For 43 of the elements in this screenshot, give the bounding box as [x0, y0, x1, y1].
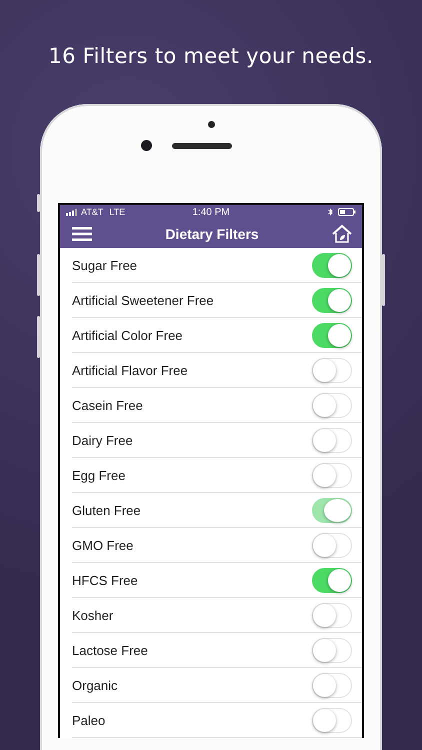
filter-label: Egg Free [72, 468, 126, 482]
filter-label: Dairy Free [72, 432, 134, 448]
filter-label: Lactose Free [72, 642, 149, 658]
filter-toggle[interactable] [312, 638, 352, 662]
filter-label: HFCS Free [72, 572, 139, 588]
filter-label: Kosher [72, 608, 114, 622]
filter-label: Organic [72, 678, 119, 692]
signal-icon [66, 208, 78, 216]
bluetooth-icon [328, 208, 333, 216]
home-button[interactable] [332, 224, 352, 244]
filter-toggle[interactable] [312, 532, 352, 558]
filter-label: Gluten Free [72, 502, 142, 518]
carrier-label: AT&T [81, 207, 104, 218]
filter-label: Artificial Sweetener Free [72, 292, 215, 308]
status-time: 1:40 PM [192, 206, 230, 218]
menu-icon [72, 226, 92, 241]
battery-icon [338, 208, 356, 216]
sensor-icon [208, 121, 214, 128]
camera-icon [140, 140, 152, 151]
filter-label: Artificial Color Free [72, 328, 184, 342]
headline: 16 Filters to meet your needs. [48, 44, 374, 68]
filter-label: Artificial Flavor Free [72, 362, 189, 378]
nav-title: Dietary Filters [164, 226, 260, 242]
filter-toggle[interactable] [312, 568, 352, 592]
filter-toggle[interactable] [312, 708, 352, 732]
filter-toggle[interactable] [312, 428, 352, 452]
filter-label: Paleo [72, 712, 106, 728]
filter-toggle[interactable] [312, 322, 352, 348]
filter-toggle[interactable] [312, 602, 352, 628]
speaker-icon [172, 142, 232, 148]
filter-label: GMO Free [72, 538, 134, 552]
filter-toggle[interactable] [312, 358, 352, 382]
filter-toggle[interactable] [312, 498, 352, 522]
filter-toggle[interactable] [312, 288, 352, 312]
menu-button[interactable] [72, 226, 92, 241]
house-leaf-icon [332, 224, 352, 244]
filter-toggle[interactable] [312, 672, 352, 698]
filter-toggle[interactable] [312, 252, 352, 278]
filter-toggle[interactable] [312, 392, 352, 418]
filter-label: Sugar Free [72, 258, 138, 272]
filter-label: Casein Free [72, 398, 144, 412]
network-label: LTE [109, 207, 126, 218]
filter-toggle[interactable] [312, 462, 352, 488]
